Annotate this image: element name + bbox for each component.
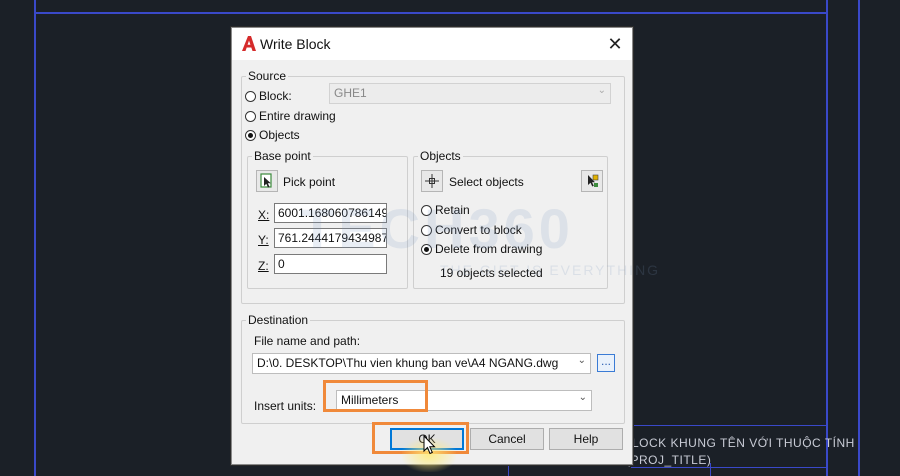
pick-point-button[interactable]: [256, 170, 278, 192]
frame-line-right-inner: [826, 0, 828, 476]
radio-block-dot: [245, 90, 256, 102]
block-name-value: GHE1: [334, 86, 367, 100]
radio-objects[interactable]: Objects: [245, 128, 300, 142]
crosshair-select-icon: [425, 174, 439, 188]
close-button[interactable]: ✕: [604, 33, 626, 55]
base-point-legend: Base point: [252, 149, 313, 163]
insert-units-combo[interactable]: Millimeters ⌄: [336, 390, 592, 411]
radio-entire-drawing-label: Entire drawing: [259, 109, 336, 123]
destination-legend: Destination: [246, 313, 311, 327]
radio-convert-to-block[interactable]: Convert to block: [421, 223, 522, 237]
select-objects-label: Select objects: [449, 175, 524, 189]
block-name-combo: GHE1 ⌄: [329, 83, 611, 104]
autocad-a-icon: [242, 36, 256, 51]
frame-line-left: [34, 0, 36, 476]
radio-block[interactable]: Block:: [245, 89, 292, 103]
radio-convert-to-block-dot: [421, 224, 432, 236]
chevron-down-icon: ⌄: [577, 355, 586, 366]
radio-convert-to-block-label: Convert to block: [435, 223, 522, 237]
radio-retain[interactable]: Retain: [421, 203, 470, 217]
file-path-value: D:\0. DESKTOP\Thu vien khung ban ve\A4 N…: [257, 356, 559, 370]
dialog-titlebar[interactable]: Write Block ✕: [232, 28, 632, 60]
radio-objects-label: Objects: [259, 128, 300, 142]
radio-entire-drawing[interactable]: Entire drawing: [245, 109, 336, 123]
dialog-title: Write Block: [260, 36, 331, 52]
pick-point-icon: [260, 173, 272, 188]
y-coordinate-field[interactable]: 761.2444179434987: [274, 228, 387, 248]
pick-point-label: Pick point: [283, 175, 336, 189]
help-button[interactable]: Help: [549, 428, 623, 450]
select-objects-button[interactable]: [421, 170, 443, 192]
browse-button[interactable]: ...: [597, 354, 615, 372]
y-label: Y:: [258, 233, 269, 247]
frame-line-right-outer: [858, 0, 860, 476]
mouse-pointer-icon: [423, 435, 436, 455]
z-coordinate-field[interactable]: 0: [274, 254, 387, 274]
title-block-text-1: LOCK KHUNG TÊN VỚI THUỘC TÍNH: [632, 436, 855, 450]
chevron-down-icon: ⌄: [578, 392, 587, 403]
frame-line-top: [34, 12, 828, 14]
x-coordinate-field[interactable]: 6001.168060786149: [274, 203, 387, 223]
objects-legend: Objects: [418, 149, 463, 163]
x-label: X:: [258, 208, 270, 222]
radio-entire-drawing-dot: [245, 110, 256, 122]
radio-delete-from-drawing[interactable]: Delete from drawing: [421, 242, 542, 256]
file-path-combo[interactable]: D:\0. DESKTOP\Thu vien khung ban ve\A4 N…: [252, 353, 591, 374]
source-legend: Source: [246, 69, 289, 83]
objects-selected-status: 19 objects selected: [440, 266, 543, 280]
radio-delete-from-drawing-label: Delete from drawing: [435, 242, 543, 256]
quick-select-button[interactable]: [581, 170, 603, 192]
radio-objects-dot: [245, 129, 256, 141]
insert-units-label: Insert units:: [254, 399, 317, 413]
z-label: Z:: [258, 259, 269, 273]
radio-delete-from-drawing-dot: [421, 243, 432, 255]
cancel-button[interactable]: Cancel: [470, 428, 544, 450]
title-block-top: [631, 425, 828, 426]
radio-block-label: Block:: [259, 89, 292, 103]
file-path-label: File name and path:: [254, 334, 361, 348]
title-block-text-2: (PROJ_TITLE): [626, 453, 712, 467]
insert-units-value: Millimeters: [341, 393, 399, 407]
quick-select-icon: [588, 174, 599, 187]
chevron-down-icon: ⌄: [597, 85, 606, 96]
radio-retain-label: Retain: [435, 203, 470, 217]
radio-retain-dot: [421, 204, 432, 216]
title-block-mid: [631, 467, 828, 468]
write-block-dialog: Write Block ✕ Source Block: GHE1 ⌄ Entir…: [231, 27, 633, 465]
